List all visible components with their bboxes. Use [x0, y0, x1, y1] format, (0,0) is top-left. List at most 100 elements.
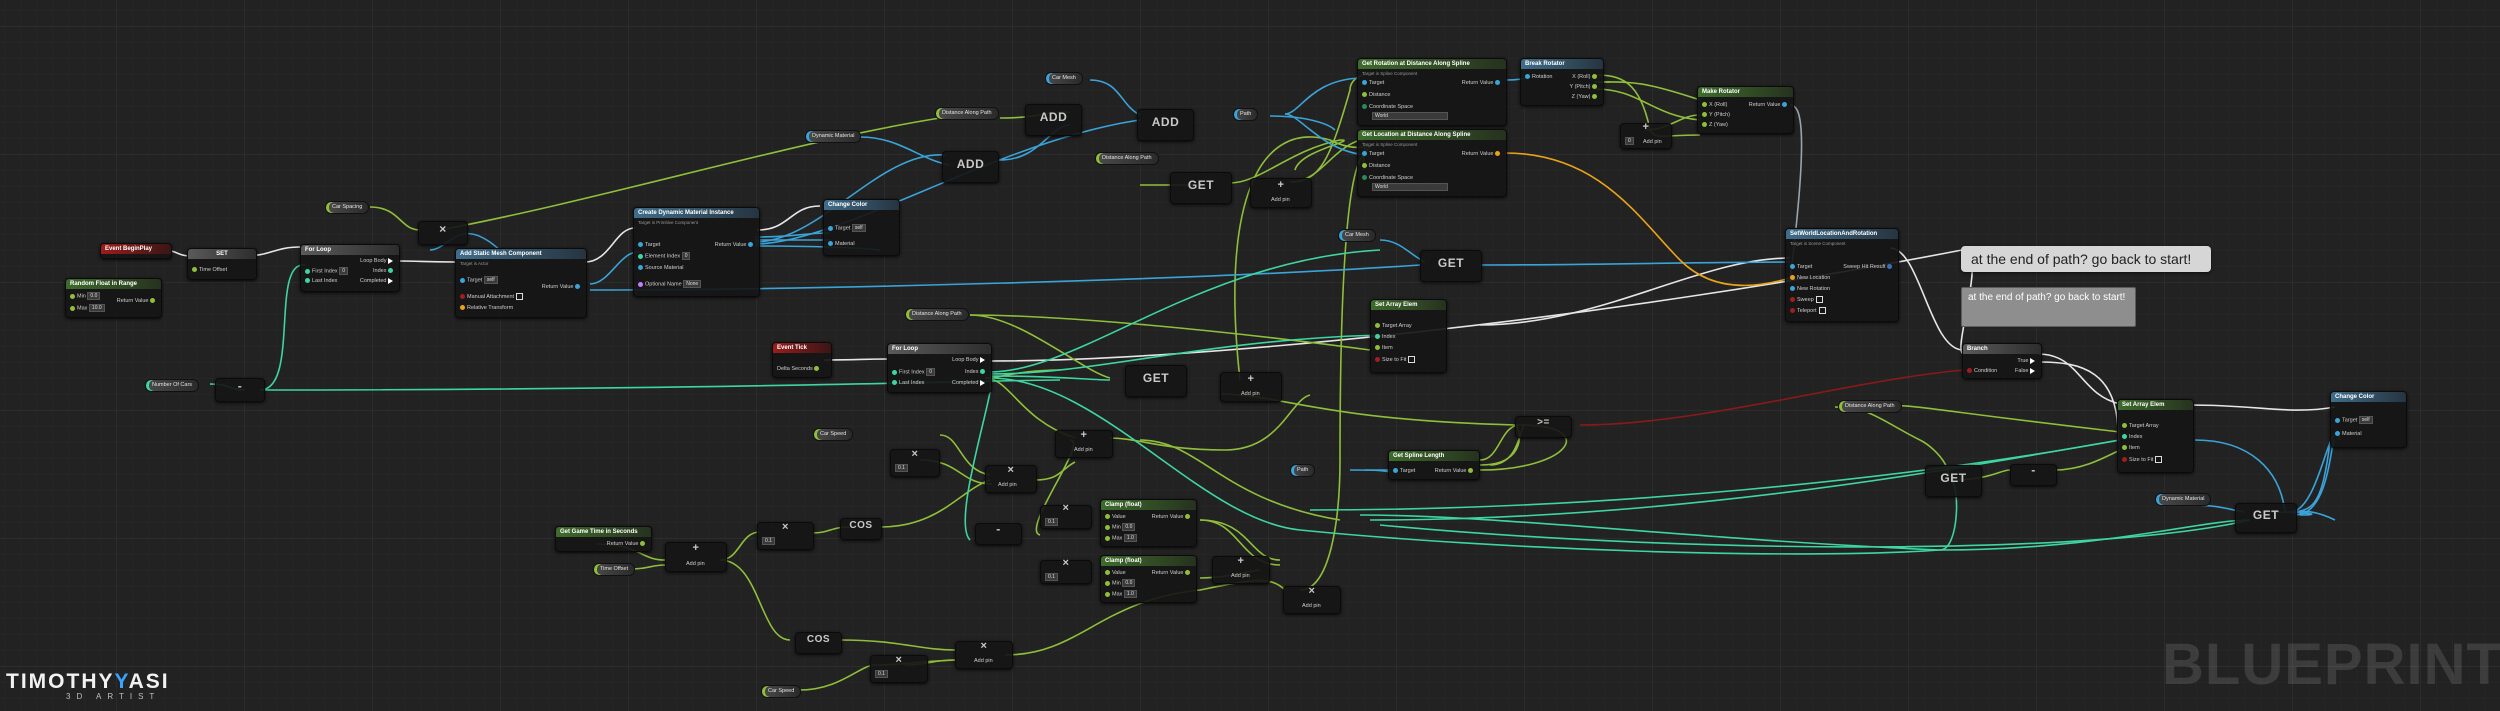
- y-pitch-pin[interactable]: Y (Pitch): [1569, 83, 1599, 91]
- value-pin[interactable]: Value: [1105, 513, 1126, 521]
- target-pin[interactable]: Target: [1362, 150, 1384, 158]
- const-field[interactable]: 0.1: [1045, 573, 1058, 581]
- car-mesh-var[interactable]: Car Mesh: [1045, 72, 1083, 85]
- return-value-pin[interactable]: Return Value: [1462, 79, 1502, 87]
- index-pin[interactable]: Index: [965, 368, 987, 376]
- index-pin[interactable]: Index: [2122, 433, 2142, 441]
- distance-along-path-var[interactable]: Distance Along Path: [935, 107, 999, 120]
- delta-seconds-pin[interactable]: Delta Seconds: [777, 365, 821, 373]
- new-rotation-pin[interactable]: New Rotation: [1790, 285, 1830, 293]
- coordinate-space-pin[interactable]: Coordinate Space: [1362, 103, 1413, 111]
- add-pin-button[interactable]: Add pin: [1643, 138, 1662, 146]
- cos-node-2[interactable]: COS: [795, 632, 842, 654]
- index-pin[interactable]: Index: [1375, 333, 1395, 341]
- set-world-location-and-rotation-node[interactable]: SetWorldLocationAndRotation Target is Sc…: [1785, 228, 1899, 322]
- multiply-node-7[interactable]: × 0.1: [757, 522, 814, 550]
- const-field[interactable]: 0.1: [895, 464, 908, 472]
- get-array-node-4[interactable]: GET: [1925, 465, 1982, 497]
- return-value-pin[interactable]: Return Value: [542, 283, 582, 291]
- branch-node[interactable]: Branch True Condition False: [1962, 343, 2042, 379]
- create-dynamic-material-instance-node[interactable]: Create Dynamic Material Instance Target …: [633, 207, 760, 297]
- change-color-node-2[interactable]: Change Color Target self Material: [2330, 391, 2407, 448]
- z-yaw-pin[interactable]: Z (Yaw): [1702, 121, 1728, 129]
- subtract-float-node[interactable]: -: [2010, 464, 2057, 486]
- return-value-pin[interactable]: Return Value: [1435, 467, 1475, 475]
- add-array-node-1[interactable]: ADD: [942, 151, 999, 183]
- car-speed-var[interactable]: Car Speed: [761, 685, 802, 698]
- return-value-pin[interactable]: Return Value: [1749, 101, 1789, 109]
- set-array-elem-node-1[interactable]: Set Array Elem Target Array Index Item S…: [1370, 299, 1447, 373]
- multiply-node-4[interactable]: × 0.1: [1040, 503, 1092, 529]
- sweep-pin[interactable]: Sweep: [1790, 296, 1823, 304]
- const-field[interactable]: 0.1: [875, 670, 888, 678]
- random-float-in-range-node[interactable]: Random Float in Range Min 0.0 Max 10.0 R…: [65, 278, 162, 318]
- event-beginplay-node[interactable]: Event BeginPlay: [100, 243, 172, 259]
- dynamic-material-var[interactable]: Dynamic Material: [2155, 493, 2212, 506]
- coordinate-space-dropdown[interactable]: World: [1372, 112, 1448, 120]
- source-material-pin[interactable]: Source Material: [638, 264, 684, 272]
- target-pin[interactable]: Target: [1393, 467, 1415, 475]
- const-field[interactable]: 0: [1625, 137, 1634, 145]
- car-speed-var[interactable]: Car Speed: [813, 428, 854, 441]
- rotation-pin[interactable]: Rotation: [1525, 73, 1553, 81]
- multiply-node-5[interactable]: × 0.1: [1040, 558, 1092, 584]
- add-pin-button[interactable]: Add pin: [974, 657, 993, 665]
- path-var[interactable]: Path: [1290, 464, 1316, 477]
- const-field[interactable]: 0.1: [762, 537, 775, 545]
- last-index-pin[interactable]: Last Index: [305, 277, 337, 285]
- for-loop-node-2[interactable]: For Loop Loop Body First Index 0 Index L…: [887, 343, 992, 393]
- target-pin[interactable]: Target self: [2335, 416, 2373, 424]
- target-pin[interactable]: Target self: [460, 276, 498, 284]
- distance-along-path-var[interactable]: Distance Along Path: [905, 308, 969, 321]
- sweep-hit-result-pin[interactable]: Sweep Hit Result: [1843, 263, 1894, 271]
- multiply-node-3[interactable]: × Add pin: [985, 465, 1037, 493]
- optional-name-pin[interactable]: Optional Name None: [638, 280, 702, 288]
- multiply-node-6[interactable]: × Add pin: [1283, 586, 1341, 614]
- distance-pin[interactable]: Distance: [1362, 91, 1390, 99]
- return-value-pin[interactable]: Return Value: [1152, 513, 1192, 521]
- return-value-pin[interactable]: Return Value: [715, 241, 755, 249]
- subtract-int-node[interactable]: -: [215, 378, 265, 402]
- return-value-pin[interactable]: Return Value: [607, 540, 647, 548]
- target-pin[interactable]: Target self: [828, 224, 866, 232]
- get-array-node-5[interactable]: GET: [2235, 503, 2297, 533]
- get-rotation-at-distance-node[interactable]: Get Rotation at Distance Along Spline Ta…: [1357, 58, 1507, 126]
- cos-node-1[interactable]: COS: [840, 518, 882, 540]
- multiply-node-8[interactable]: × 0.1: [870, 655, 928, 683]
- add-float-node-2[interactable]: + Add pin: [1220, 372, 1282, 402]
- manual-attachment-pin[interactable]: Manual Attachment: [460, 293, 524, 301]
- target-array-pin[interactable]: Target Array: [1375, 322, 1412, 330]
- break-rotator-node[interactable]: Break Rotator Rotation X (Roll) Y (Pitch…: [1520, 58, 1604, 106]
- add-pin-button[interactable]: Add pin: [1241, 390, 1260, 398]
- item-pin[interactable]: Item: [2122, 444, 2140, 452]
- min-pin[interactable]: Min 0.0: [1105, 579, 1136, 587]
- loop-body-pin[interactable]: Loop Body: [360, 257, 395, 265]
- false-pin[interactable]: False: [2015, 367, 2037, 375]
- comment-edit-box[interactable]: at the end of path? go back to start!: [1961, 287, 2136, 327]
- min-pin[interactable]: Min 0.0: [70, 292, 101, 300]
- true-pin[interactable]: True: [2017, 357, 2037, 365]
- subtract-float-node-2[interactable]: -: [975, 523, 1022, 545]
- multiply-node-9[interactable]: × Add pin: [955, 641, 1013, 669]
- distance-pin[interactable]: Distance: [1362, 162, 1390, 170]
- coordinate-space-pin[interactable]: Coordinate Space: [1362, 174, 1413, 182]
- max-pin[interactable]: Max 10.0: [70, 304, 105, 312]
- return-value-pin[interactable]: Return Value: [117, 297, 157, 305]
- target-pin[interactable]: Target: [638, 241, 660, 249]
- z-yaw-pin[interactable]: Z (Yaw): [1572, 93, 1599, 101]
- change-color-node-1[interactable]: Change Color Target self Material: [823, 199, 900, 256]
- min-pin[interactable]: Min 0.0: [1105, 523, 1136, 531]
- material-pin[interactable]: Material: [828, 240, 855, 248]
- const-field[interactable]: 0.1: [1045, 518, 1058, 526]
- car-spacing-var[interactable]: Car Spacing: [325, 201, 370, 214]
- target-array-pin[interactable]: Target Array: [2122, 422, 2159, 430]
- greater-equal-node[interactable]: >=: [1515, 416, 1572, 438]
- clamp-float-node-2[interactable]: Clamp (float) Value Return Value Min 0.0…: [1100, 555, 1197, 603]
- set-array-elem-node-2[interactable]: Set Array Elem Target Array Index Item S…: [2117, 399, 2194, 473]
- clamp-float-node-1[interactable]: Clamp (float) Value Return Value Min 0.0…: [1100, 499, 1197, 547]
- get-spline-length-node[interactable]: Get Spline Length Target Return Value: [1388, 450, 1480, 480]
- max-pin[interactable]: Max 1.0: [1105, 534, 1137, 542]
- size-to-fit-pin[interactable]: Size to Fit: [1375, 356, 1416, 364]
- time-offset-pin[interactable]: Time Offset: [192, 266, 227, 274]
- first-index-pin[interactable]: First Index 0: [305, 267, 348, 275]
